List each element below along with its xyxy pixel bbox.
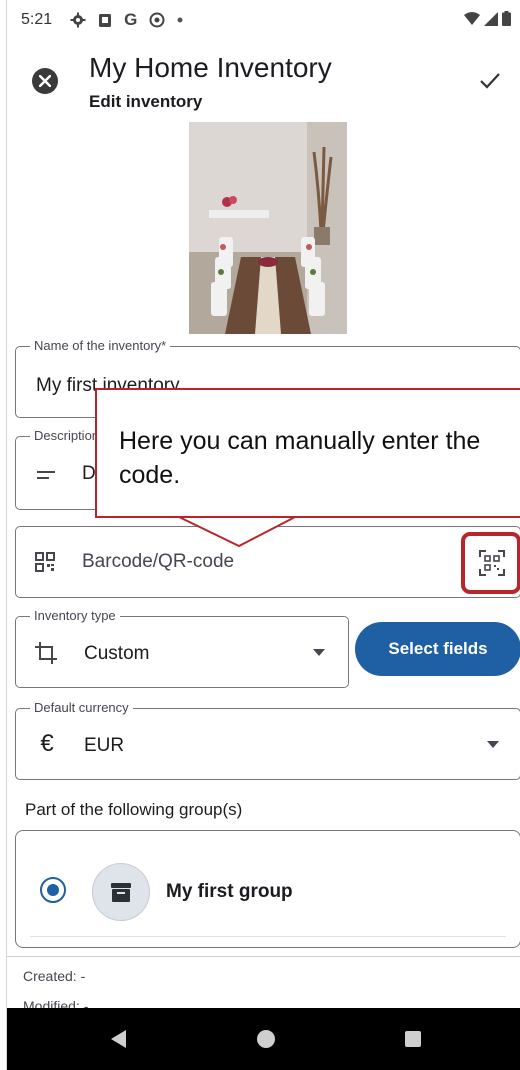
qr-scan-highlight <box>461 532 520 594</box>
tooltip: Here you can manually enter the code. <box>95 388 520 518</box>
description-label: Description <box>30 428 104 443</box>
group-avatar <box>92 863 150 921</box>
page-title: My Home Inventory <box>89 52 332 83</box>
default-currency-label: Default currency <box>30 700 133 715</box>
signal-icon <box>484 11 498 26</box>
divider <box>30 936 506 937</box>
select-fields-button[interactable]: Select fields <box>355 622 520 676</box>
inventory-type-value: Custom <box>84 643 150 664</box>
group-name: My first group <box>166 881 293 902</box>
page-subtitle: Edit inventory <box>89 92 203 111</box>
recents-icon[interactable] <box>405 1031 421 1047</box>
qr-code-icon <box>34 551 56 573</box>
top-app-bar: My Home Inventory Edit inventory <box>7 46 520 116</box>
barcode-placeholder: Barcode/QR-code <box>82 551 235 572</box>
default-currency-value: EUR <box>84 735 125 756</box>
archive-icon <box>111 883 131 902</box>
crop-icon <box>34 641 58 665</box>
dot-icon <box>177 17 183 23</box>
google-icon: G <box>124 10 138 29</box>
inventory-photo-illustration <box>189 122 347 334</box>
app-screen: 5:21 G My Home Inventory Edit inventory <box>6 0 520 1070</box>
groups-label: Part of the following group(s) <box>25 800 243 819</box>
save-button[interactable] <box>475 66 505 96</box>
gear-icon <box>70 12 86 28</box>
default-currency-dropdown[interactable]: Default currency € EUR <box>15 700 520 780</box>
description-value: D <box>82 463 96 484</box>
group-radio[interactable] <box>40 877 66 903</box>
clipboard-icon <box>99 14 112 27</box>
created-text: Created: - <box>23 968 86 984</box>
at-icon <box>149 12 165 28</box>
radio-selected-dot <box>47 884 59 896</box>
euro-icon: € <box>40 730 54 757</box>
status-bar: 5:21 G <box>7 0 520 40</box>
wifi-icon <box>464 11 480 25</box>
inventory-name-label: Name of the inventory* <box>30 338 171 353</box>
system-navigation-bar <box>7 1008 520 1070</box>
close-button[interactable] <box>32 68 58 94</box>
back-icon[interactable] <box>111 1030 126 1048</box>
battery-icon <box>502 11 511 26</box>
status-system-icons <box>464 11 511 26</box>
status-notification-icons: G <box>70 10 183 30</box>
home-icon[interactable] <box>257 1030 275 1048</box>
barcode-field[interactable]: Barcode/QR-code <box>15 526 520 598</box>
group-list: My first group <box>15 830 520 948</box>
status-time: 5:21 <box>21 11 53 28</box>
inventory-type-label: Inventory type <box>30 608 120 623</box>
notes-icon <box>36 465 56 485</box>
divider <box>7 956 520 957</box>
tooltip-text: Here you can manually enter the code. <box>119 427 481 489</box>
close-icon <box>39 75 51 87</box>
inventory-photo[interactable] <box>189 122 347 334</box>
inventory-type-dropdown[interactable]: Inventory type Custom <box>15 608 349 688</box>
chevron-down-icon <box>312 647 326 657</box>
check-icon <box>480 73 500 89</box>
chevron-down-icon <box>486 739 500 749</box>
